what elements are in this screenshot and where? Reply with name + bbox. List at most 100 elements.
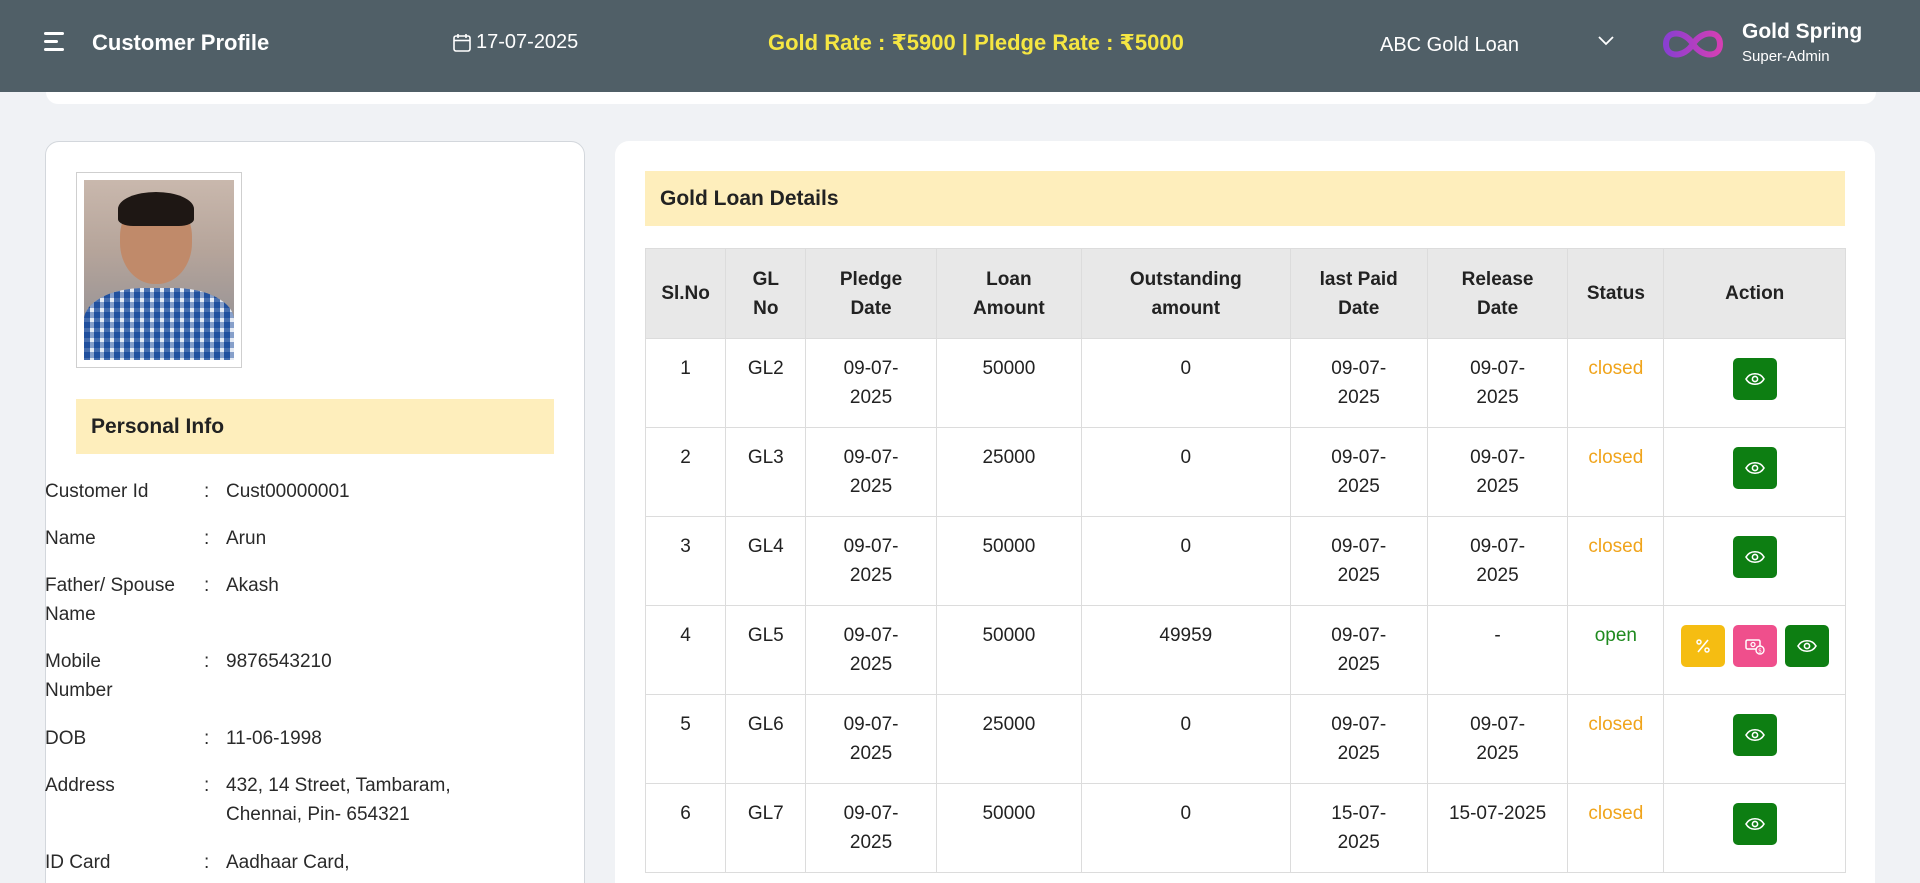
col-header: Outstanding amount <box>1081 248 1291 339</box>
cell-release: - <box>1426 605 1569 695</box>
view-button[interactable] <box>1732 358 1777 400</box>
current-date: 17-07-2025 <box>452 31 578 54</box>
cell-loan-amount: 25000 <box>935 427 1083 517</box>
info-label: Father/ Spouse Name <box>45 575 175 625</box>
cell-sl: 5 <box>644 694 727 784</box>
table-row: 2 GL3 09-07-2025 25000 0 09-07-2025 09-0… <box>644 427 1846 517</box>
info-label: DOB <box>45 728 87 749</box>
rates-banner: Gold Rate : ₹5900 | Pledge Rate : ₹5000 <box>768 30 1184 55</box>
table-row: 3 GL4 09-07-2025 50000 0 09-07-2025 09-0… <box>644 516 1846 606</box>
cell-sl: 6 <box>644 783 727 873</box>
cell-gl: GL4 <box>725 516 807 606</box>
view-button[interactable] <box>1732 447 1777 489</box>
table-row: 4 GL5 09-07-2025 50000 49959 09-07-2025 … <box>644 605 1846 695</box>
cell-loan-amount: 50000 <box>935 338 1083 428</box>
loan-table: Sl.No GL No Pledge Date Loan Amount Outs… <box>644 248 1846 873</box>
status-badge: open <box>1567 605 1665 695</box>
col-header: Loan Amount <box>935 248 1083 339</box>
status-badge: closed <box>1567 427 1665 517</box>
cell-release: 09-07-2025 <box>1426 694 1569 784</box>
cell-action: $ <box>1663 605 1846 695</box>
view-button[interactable] <box>1732 803 1777 845</box>
table-row: 1 GL2 09-07-2025 50000 0 09-07-2025 09-0… <box>644 338 1846 428</box>
eye-icon <box>1744 728 1765 742</box>
chevron-down-icon[interactable] <box>1596 34 1616 48</box>
infinity-logo-icon <box>1662 30 1724 58</box>
cell-pledge-date: 09-07-2025 <box>805 605 937 695</box>
cell-gl: GL5 <box>725 605 807 695</box>
eye-icon <box>1744 372 1765 386</box>
cell-action <box>1663 338 1846 428</box>
cell-outstanding: 0 <box>1081 338 1291 428</box>
cell-release: 09-07-2025 <box>1426 516 1569 606</box>
status-badge: closed <box>1567 783 1665 873</box>
cell-release: 09-07-2025 <box>1426 338 1569 428</box>
status-badge: closed <box>1567 694 1665 784</box>
col-header: Sl.No <box>644 248 727 339</box>
cell-pledge-date: 09-07-2025 <box>805 694 937 784</box>
info-value: Akash <box>226 575 279 596</box>
status-badge: closed <box>1567 338 1665 428</box>
personal-info-heading: Personal Info <box>76 399 554 454</box>
cell-outstanding: 0 <box>1081 694 1291 784</box>
info-value: 9876543210 <box>226 651 332 672</box>
brand-name: Gold Spring <box>1742 20 1863 43</box>
cell-last-paid: 15-07-2025 <box>1289 783 1428 873</box>
cell-outstanding: 0 <box>1081 783 1291 873</box>
col-header: Pledge Date <box>805 248 937 339</box>
view-button[interactable] <box>1784 625 1829 667</box>
payment-button[interactable]: $ <box>1732 625 1777 667</box>
cell-outstanding: 49959 <box>1081 605 1291 695</box>
cell-sl: 1 <box>644 338 727 428</box>
eye-icon <box>1744 550 1765 564</box>
table-header-row: Sl.No GL No Pledge Date Loan Amount Outs… <box>644 248 1846 339</box>
interest-button[interactable] <box>1680 625 1725 667</box>
svg-text:$: $ <box>1758 648 1762 655</box>
cell-release: 15-07-2025 <box>1426 783 1569 873</box>
info-label: ID Card <box>45 852 111 873</box>
cell-sl: 2 <box>644 427 727 517</box>
view-button[interactable] <box>1732 714 1777 756</box>
info-value: 432, 14 Street, Tambaram, Chennai, Pin- … <box>226 775 451 825</box>
cell-loan-amount: 50000 <box>935 783 1083 873</box>
cell-pledge-date: 09-07-2025 <box>805 427 937 517</box>
cell-last-paid: 09-07-2025 <box>1289 605 1428 695</box>
eye-icon <box>1796 639 1817 653</box>
table-row: 5 GL6 09-07-2025 25000 0 09-07-2025 09-0… <box>644 694 1846 784</box>
user-role: Super-Admin <box>1742 48 1830 65</box>
cell-pledge-date: 09-07-2025 <box>805 338 937 428</box>
company-select[interactable]: ABC Gold Loan <box>1380 34 1519 57</box>
info-value: 11-06-1998 <box>226 728 322 749</box>
cell-last-paid: 09-07-2025 <box>1289 694 1428 784</box>
cell-release: 09-07-2025 <box>1426 427 1569 517</box>
cell-last-paid: 09-07-2025 <box>1289 516 1428 606</box>
cell-gl: GL2 <box>725 338 807 428</box>
money-icon: $ <box>1744 639 1765 655</box>
menu-icon[interactable] <box>44 32 70 56</box>
cell-gl: GL3 <box>725 427 807 517</box>
eye-icon <box>1744 817 1765 831</box>
view-button[interactable] <box>1732 536 1777 578</box>
cell-sl: 3 <box>644 516 727 606</box>
top-bar: Customer Profile 17-07-2025 Gold Rate : … <box>0 0 1920 92</box>
cell-last-paid: 09-07-2025 <box>1289 427 1428 517</box>
col-header: Status <box>1567 248 1665 339</box>
cell-gl: GL7 <box>725 783 807 873</box>
info-label: Customer Id <box>45 481 149 502</box>
cell-loan-amount: 50000 <box>935 516 1083 606</box>
status-badge: closed <box>1567 516 1665 606</box>
cell-action <box>1663 783 1846 873</box>
gold-loan-heading: Gold Loan Details <box>645 171 1845 226</box>
cell-pledge-date: 09-07-2025 <box>805 783 937 873</box>
table-row: 6 GL7 09-07-2025 50000 0 15-07-2025 15-0… <box>644 783 1846 873</box>
cell-sl: 4 <box>644 605 727 695</box>
col-header: GL No <box>725 248 807 339</box>
cell-action <box>1663 516 1846 606</box>
calendar-icon <box>453 33 471 52</box>
customer-photo <box>76 172 242 368</box>
cell-gl: GL6 <box>725 694 807 784</box>
eye-icon <box>1744 461 1765 475</box>
cell-outstanding: 0 <box>1081 427 1291 517</box>
col-header: Release Date <box>1426 248 1569 339</box>
percent-icon <box>1695 639 1710 653</box>
